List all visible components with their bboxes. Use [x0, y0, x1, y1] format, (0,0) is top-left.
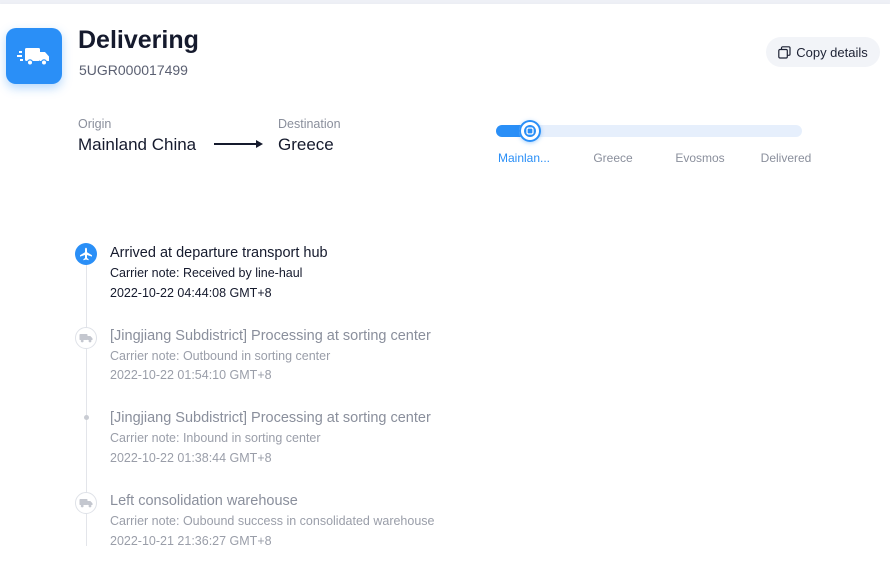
truck-icon [79, 334, 93, 343]
event-icon [75, 327, 97, 349]
event-time: 2022-10-21 21:36:27 GMT+8 [110, 534, 272, 548]
status-tile [6, 28, 62, 84]
event-icon-active [75, 243, 97, 265]
arrow-right-icon [214, 140, 263, 148]
destination-value: Greece [278, 135, 334, 154]
copy-icon [778, 45, 791, 59]
stage-label-city: Evosmos [675, 151, 725, 165]
copy-details-label: Copy details [796, 44, 868, 60]
event-note: Carrier note: Received by line-haul [110, 266, 303, 280]
stage-label-destination: Greece [593, 151, 633, 165]
stage-label-origin: Mainlan... [497, 151, 551, 165]
event-dot [84, 415, 89, 420]
copy-details-button[interactable]: Copy details [766, 37, 880, 67]
status-title: Delivering [78, 26, 199, 54]
refresh-icon [526, 127, 534, 135]
truck-icon [17, 48, 49, 66]
event-title: [Jingjiang Subdistrict] Processing at so… [110, 328, 431, 344]
truck-icon [79, 499, 93, 508]
stage-label-delivered: Delivered [760, 151, 812, 165]
event-title: Arrived at departure transport hub [110, 245, 328, 261]
tracking-number: 5UGR000017499 [79, 62, 188, 78]
event-icon [75, 492, 97, 514]
event-title: Left consolidation warehouse [110, 493, 298, 509]
event-note: Carrier note: Inbound in sorting center [110, 431, 321, 445]
destination-label: Destination [278, 117, 341, 131]
event-time: 2022-10-22 01:54:10 GMT+8 [110, 368, 272, 382]
progress-track [496, 120, 802, 142]
progress-knob [519, 120, 541, 142]
origin-label: Origin [78, 117, 112, 131]
event-title: [Jingjiang Subdistrict] Processing at so… [110, 410, 431, 426]
plane-icon [80, 247, 92, 261]
event-time: 2022-10-22 01:38:44 GMT+8 [110, 451, 272, 465]
event-time: 2022-10-22 04:44:08 GMT+8 [110, 286, 272, 300]
event-note: Carrier note: Outbound in sorting center [110, 349, 331, 363]
event-note: Carrier note: Oubound success in consoli… [110, 514, 435, 528]
origin-value: Mainland China [78, 135, 197, 154]
